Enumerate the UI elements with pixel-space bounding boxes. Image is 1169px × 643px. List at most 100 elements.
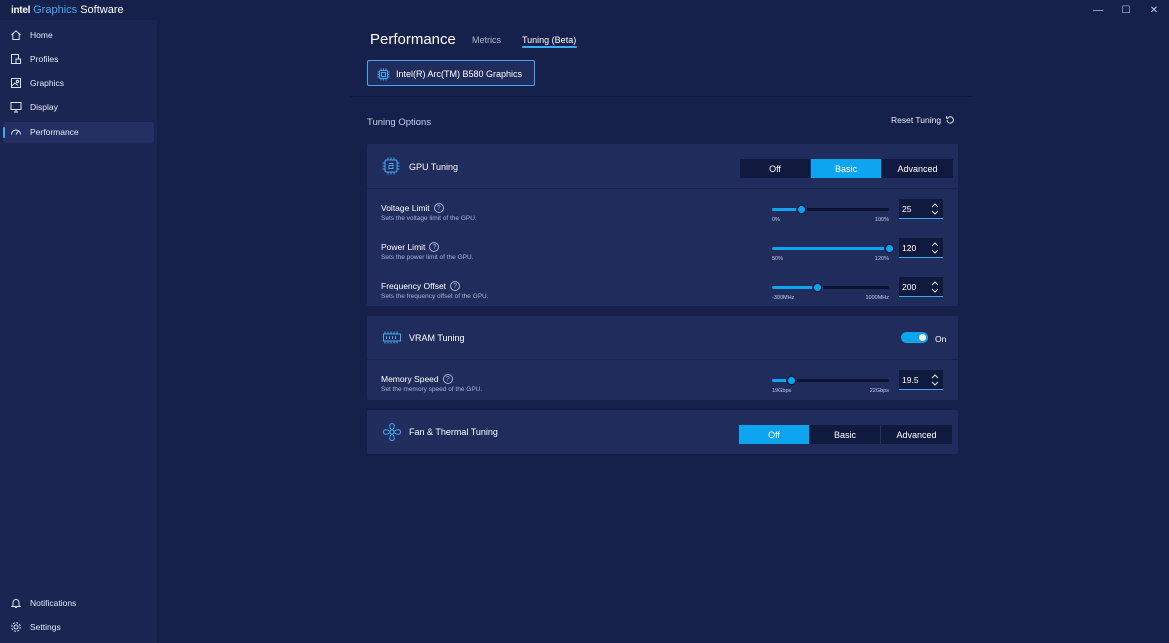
vram-tuning-card: VRAM Tuning On Memory Speed? Set the mem… — [367, 316, 958, 400]
memory-speed-description: Set the memory speed of the GPU. — [381, 386, 483, 393]
help-icon[interactable]: ? — [433, 203, 444, 213]
gpu-tuning-mode-selector: Off Basic Advanced — [740, 159, 953, 178]
slider-min-label: 50% — [772, 256, 784, 262]
voltage-limit-row: Voltage Limit? Sets the voltage limit of… — [367, 195, 958, 233]
sidebar-item-performance[interactable]: Performance — [3, 122, 154, 143]
header-divider — [350, 96, 972, 97]
voltage-limit-slider[interactable] — [772, 204, 889, 215]
input-value: 120 — [902, 243, 917, 253]
gpu-mode-off-button[interactable]: Off — [740, 159, 811, 178]
slider-fill — [772, 286, 818, 289]
memory-speed-slider[interactable] — [772, 375, 889, 386]
gpu-selector-button[interactable]: Intel(R) Arc(TM) B580 Graphics — [367, 60, 535, 86]
slider-thumb[interactable] — [883, 243, 895, 254]
slider-max-label: 120% — [874, 256, 889, 262]
bell-icon — [10, 599, 22, 608]
maximize-button[interactable]: ☐ — [1112, 0, 1140, 20]
sidebar-item-settings[interactable]: Settings — [3, 617, 154, 638]
spinner-icon[interactable] — [931, 373, 939, 387]
power-limit-label: Power Limit? — [381, 242, 440, 252]
tab-tuning[interactable]: Tuning (Beta) — [522, 35, 576, 45]
fan-thermal-tuning-card: Fan & Thermal Tuning Off Basic Advanced — [367, 410, 958, 454]
vram-tuning-title: VRAM Tuning — [409, 333, 465, 343]
input-value: 200 — [902, 282, 917, 292]
spinner-icon[interactable] — [931, 202, 939, 216]
frequency-offset-label: Frequency Offset? — [381, 281, 461, 291]
performance-icon — [11, 129, 21, 135]
fan-mode-advanced-button[interactable]: Advanced — [881, 425, 952, 444]
frequency-offset-description: Sets the frequency offset of the GPU. — [381, 293, 489, 300]
reset-tuning-label: Reset Tuning — [891, 115, 942, 125]
sidebar-item-graphics[interactable]: Graphics — [3, 73, 154, 94]
tab-active-underline — [522, 46, 577, 48]
app-brand: intel Graphics Software — [11, 4, 124, 16]
slider-min-label: 19Gbps — [772, 388, 792, 394]
gpu-chip-icon — [382, 157, 400, 175]
sidebar: Home Profiles Graphics Display Performan… — [0, 20, 157, 643]
memory-speed-input[interactable]: 19.5 — [899, 370, 943, 390]
sidebar-item-label: Notifications — [30, 598, 77, 608]
graphics-icon — [11, 78, 21, 88]
sidebar-item-notifications[interactable]: Notifications — [3, 593, 154, 614]
voltage-limit-description: Sets the voltage limit of the GPU. — [381, 215, 477, 222]
fan-icon — [382, 422, 402, 442]
intel-logo: intel — [11, 5, 31, 16]
gpu-tuning-title: GPU Tuning — [409, 162, 459, 172]
app-name-software: Software — [77, 4, 124, 16]
spinner-icon[interactable] — [931, 280, 939, 294]
close-button[interactable]: ✕ — [1140, 0, 1168, 20]
display-icon — [10, 102, 22, 113]
profiles-icon — [11, 54, 21, 64]
vram-tuning-toggle[interactable] — [901, 332, 928, 343]
help-icon[interactable]: ? — [442, 374, 453, 384]
app-name-graphics: Graphics — [33, 4, 78, 16]
voltage-limit-label: Voltage Limit? — [381, 203, 444, 213]
minimize-button[interactable]: — — [1084, 0, 1112, 20]
sidebar-item-display[interactable]: Display — [3, 97, 154, 118]
slider-max-label: 22Gbps — [869, 388, 889, 394]
tuning-options-heading: Tuning Options — [367, 117, 432, 128]
power-limit-input[interactable]: 120 — [899, 238, 943, 258]
slider-fill — [772, 247, 889, 250]
gpu-mode-basic-button[interactable]: Basic — [811, 159, 882, 178]
sidebar-item-profiles[interactable]: Profiles — [3, 49, 154, 70]
voltage-limit-input[interactable]: 25 — [899, 199, 943, 219]
fan-mode-basic-button[interactable]: Basic — [810, 425, 881, 444]
sidebar-item-label: Display — [30, 102, 58, 112]
frequency-offset-slider[interactable] — [772, 282, 889, 293]
active-indicator — [3, 127, 5, 138]
reset-tuning-button[interactable]: Reset Tuning — [891, 115, 955, 125]
fan-mode-off-button[interactable]: Off — [739, 425, 810, 444]
input-value: 19.5 — [902, 375, 919, 385]
gear-icon — [11, 622, 21, 632]
help-icon[interactable]: ? — [429, 242, 440, 252]
slider-max-label: 1000MHz — [865, 295, 889, 301]
vram-tuning-header: VRAM Tuning On — [367, 316, 958, 360]
help-icon[interactable]: ? — [450, 281, 461, 291]
slider-max-label: 100% — [874, 217, 889, 223]
power-limit-row: Power Limit? Sets the power limit of the… — [367, 234, 958, 272]
slider-min-label: 0% — [772, 217, 780, 223]
input-value: 25 — [902, 204, 912, 214]
chip-icon — [377, 68, 390, 81]
tab-metrics[interactable]: Metrics — [472, 35, 501, 45]
gpu-selector-label: Intel(R) Arc(TM) B580 Graphics — [396, 69, 523, 79]
power-limit-slider[interactable] — [772, 243, 895, 254]
spinner-icon[interactable] — [931, 241, 939, 255]
gpu-tuning-header: GPU Tuning Off Basic Advanced — [367, 144, 958, 189]
gpu-tuning-card: GPU Tuning Off Basic Advanced Voltage Li… — [367, 144, 958, 306]
vram-toggle-label: On — [935, 334, 947, 344]
sidebar-item-home[interactable]: Home — [3, 25, 154, 46]
power-limit-description: Sets the power limit of the GPU. — [381, 254, 474, 261]
home-icon — [11, 30, 21, 40]
fan-thermal-title: Fan & Thermal Tuning — [409, 427, 498, 437]
frequency-offset-row: Frequency Offset? Sets the frequency off… — [367, 273, 958, 311]
gpu-mode-advanced-button[interactable]: Advanced — [882, 159, 953, 178]
sidebar-item-label: Settings — [30, 622, 61, 632]
slider-thumb[interactable] — [811, 282, 823, 293]
frequency-offset-input[interactable]: 200 — [899, 277, 943, 297]
slider-thumb[interactable] — [795, 204, 807, 215]
slider-min-label: -300MHz — [772, 295, 795, 301]
slider-thumb[interactable] — [786, 375, 798, 386]
memory-icon — [383, 331, 401, 344]
